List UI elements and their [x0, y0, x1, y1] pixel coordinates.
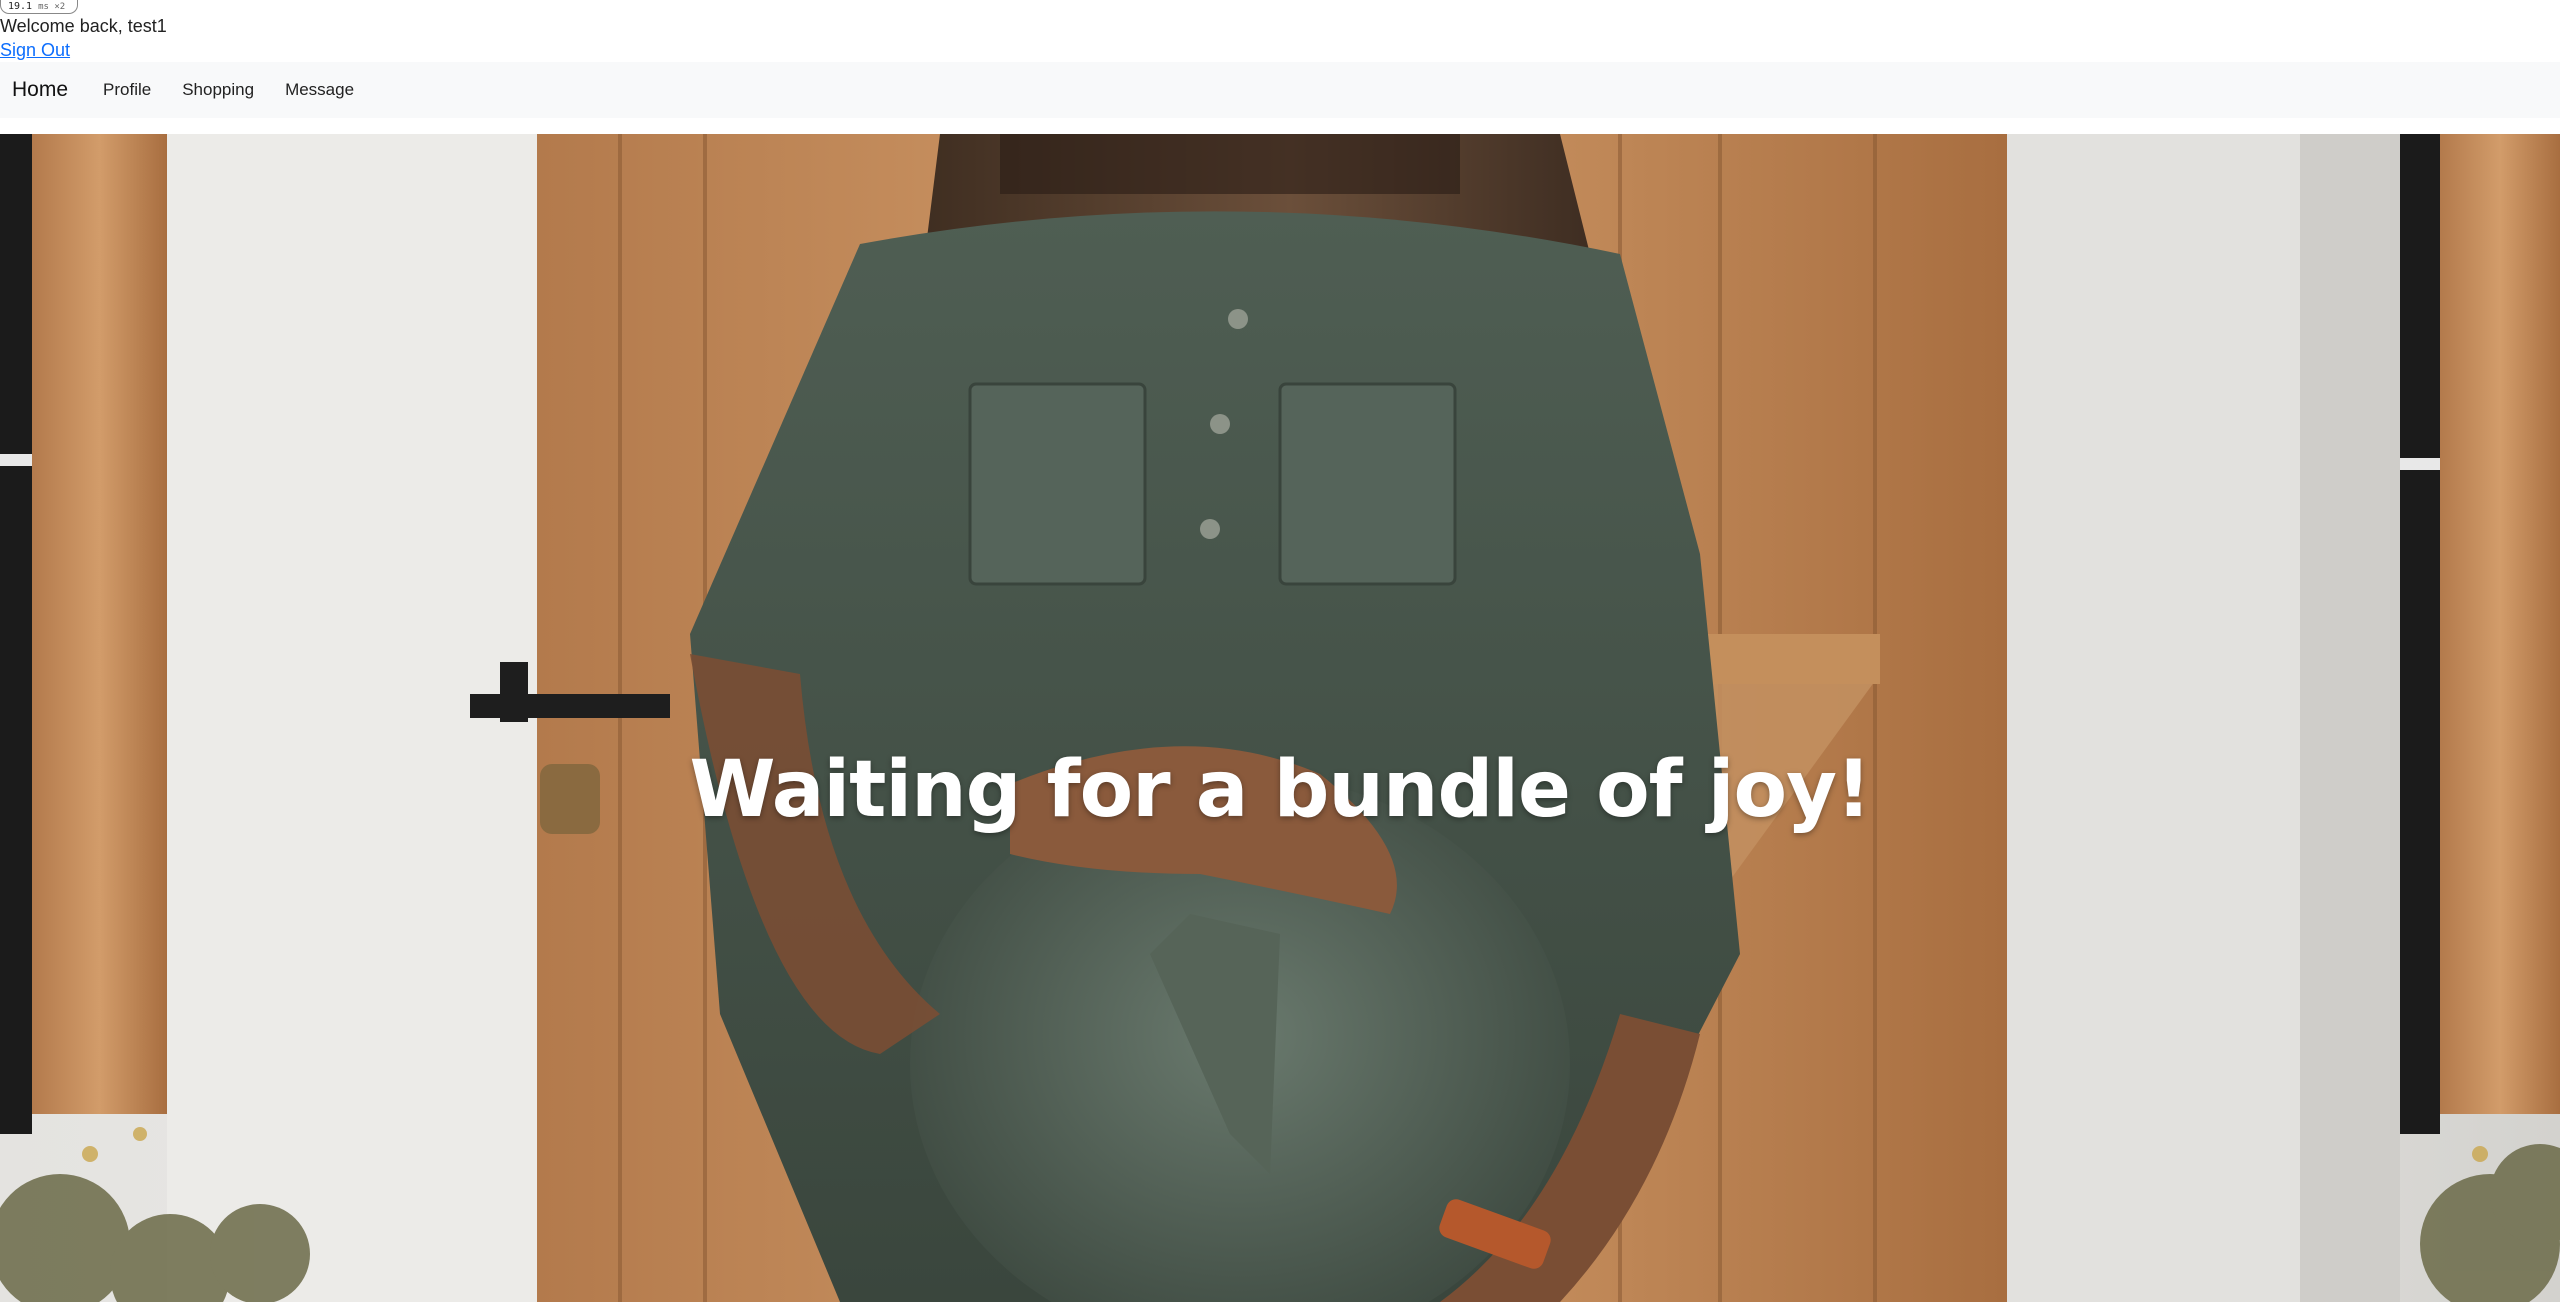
- main-navbar: Home Profile Shopping Message: [0, 62, 2560, 118]
- nav-link-shopping[interactable]: Shopping: [182, 80, 254, 100]
- hero-photo: [0, 134, 2560, 1302]
- nav-home-brand[interactable]: Home: [12, 78, 68, 102]
- nav-link-message[interactable]: Message: [285, 80, 354, 100]
- hero-title: Waiting for a bundle of joy!: [689, 745, 1871, 835]
- performance-unit: ms ×2: [38, 2, 66, 12]
- hero-section: Waiting for a bundle of joy!: [0, 134, 2560, 1302]
- performance-value: 19.1: [8, 1, 33, 12]
- welcome-message: Welcome back, test1: [0, 16, 167, 36]
- sign-out-link[interactable]: Sign Out: [0, 38, 70, 62]
- performance-badge: 19.1 ms ×2: [0, 0, 78, 14]
- nav-link-profile[interactable]: Profile: [103, 80, 151, 100]
